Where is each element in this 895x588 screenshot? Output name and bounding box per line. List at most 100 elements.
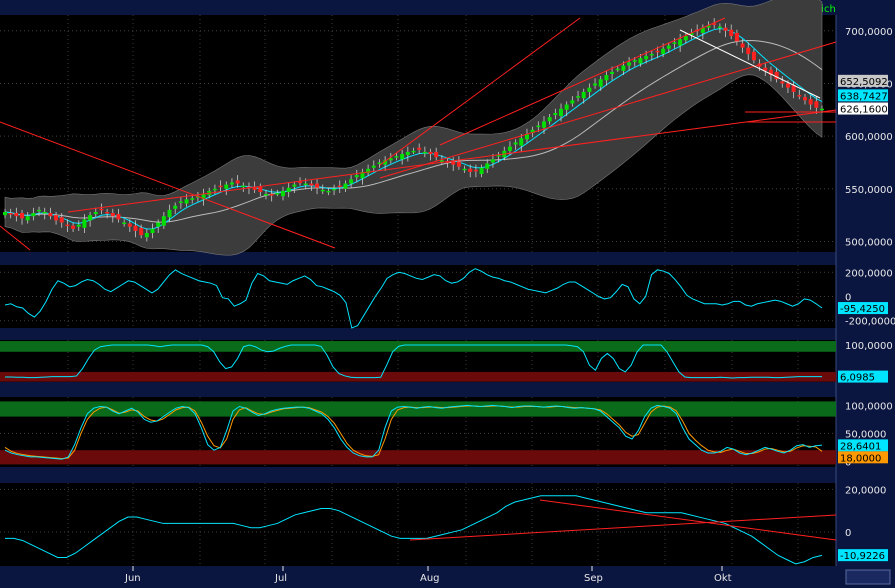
candle-body: [485, 164, 489, 169]
candle-body: [3, 212, 7, 215]
candle-body: [151, 229, 155, 233]
candle-body: [99, 209, 103, 211]
candle-body: [616, 69, 620, 71]
panel-momentum: [0, 483, 836, 566]
candle-body: [542, 121, 546, 127]
oversold-zone-stoch2: [0, 450, 836, 464]
candle-body: [185, 199, 189, 203]
chart-window: täglich 700,0000650,0000600,0000550,0000…: [0, 0, 895, 588]
candle-body: [173, 206, 177, 209]
ytick-label-cci-1: 0: [845, 293, 851, 304]
month-label-4: Okt: [714, 573, 732, 584]
month-label-0: Jun: [124, 573, 141, 584]
candle-body: [440, 160, 444, 162]
chart-svg: täglich 700,0000650,0000600,0000550,0000…: [0, 0, 895, 588]
candle-body: [514, 142, 518, 144]
candle-body: [281, 191, 285, 196]
candle-body: [111, 213, 115, 216]
ytick-label-price-3: 550,0000: [845, 185, 893, 196]
candle-body: [116, 214, 120, 219]
candle-body: [349, 179, 353, 183]
candle-body: [814, 101, 818, 107]
candle-body: [644, 56, 648, 59]
candle-body: [553, 113, 557, 115]
candle-body: [60, 217, 64, 222]
scroll-control: [846, 570, 890, 584]
last-value-label-price-1: 638,7427: [840, 91, 888, 102]
ytick-label-momentum-1: 0: [845, 528, 851, 539]
candle-body: [400, 154, 404, 159]
candle-body: [780, 81, 784, 83]
candle-body: [82, 219, 86, 227]
candle-body: [735, 33, 739, 41]
overbought-zone-stoch2: [0, 401, 836, 416]
candle-body: [684, 36, 688, 40]
candle-body: [457, 161, 461, 166]
candle-body: [122, 223, 126, 225]
month-label-3: Sep: [584, 573, 603, 584]
candle-body: [786, 83, 790, 87]
candle-body: [20, 213, 24, 218]
last-value-label-stoch2-1: 18,0000: [840, 453, 881, 464]
last-value-label-stoch2-0: 28,6401: [840, 441, 881, 452]
candle-body: [582, 92, 586, 98]
candle-body: [139, 228, 143, 235]
candle-body: [803, 97, 807, 100]
candle-body: [451, 161, 455, 164]
candle-body: [417, 148, 421, 150]
candle-body: [343, 184, 347, 189]
candle-body: [633, 60, 637, 62]
candle-body: [746, 48, 750, 54]
candle-body: [94, 212, 98, 214]
candle-body: [797, 95, 801, 97]
candle-body: [241, 186, 245, 188]
candle-body: [809, 99, 813, 104]
candle-body: [275, 193, 279, 195]
candle-body: [508, 147, 512, 151]
candle-body: [599, 79, 603, 86]
candle-body: [377, 162, 381, 164]
candle-body: [741, 43, 745, 47]
candle-body: [315, 184, 319, 188]
candle-body: [326, 191, 330, 193]
candle-body: [338, 186, 342, 188]
candle-body: [412, 151, 416, 153]
candle-body: [43, 212, 47, 214]
candle-body: [650, 54, 654, 56]
candle-body: [627, 62, 631, 65]
candle-body: [190, 198, 194, 200]
candle-body: [604, 75, 608, 80]
candle-body: [752, 52, 756, 60]
candle-body: [480, 168, 484, 174]
candle-body: [26, 216, 30, 220]
candle-body: [31, 213, 35, 216]
candle-body: [145, 233, 149, 237]
candle-body: [105, 212, 109, 214]
candle-body: [474, 170, 478, 172]
candle-body: [667, 46, 671, 49]
candle-body: [88, 215, 92, 220]
candle-body: [593, 83, 597, 85]
candle-body: [54, 215, 58, 220]
candle-body: [65, 225, 69, 227]
last-value-label-cci-0: -95,4250: [840, 304, 885, 315]
candle-body: [792, 86, 796, 92]
overbought-zone-stoch1: [0, 341, 836, 352]
candle-body: [230, 182, 234, 184]
candle-body: [655, 51, 659, 53]
candle-body: [37, 210, 41, 212]
ytick-label-stoch2-1: 50,0000: [845, 429, 886, 440]
candle-body: [162, 216, 166, 225]
candle-body: [724, 28, 728, 31]
candle-body: [576, 96, 580, 98]
candle-body: [587, 88, 591, 92]
candle-body: [71, 226, 75, 229]
last-value-label-price-0: 652,5092: [840, 77, 888, 88]
candle-body: [264, 194, 268, 196]
candle-body: [729, 30, 733, 36]
candle-body: [355, 175, 359, 177]
candle-body: [14, 213, 18, 216]
candle-body: [128, 224, 132, 227]
ytick-label-price-4: 500,0000: [845, 237, 893, 248]
candle-body: [332, 189, 336, 191]
